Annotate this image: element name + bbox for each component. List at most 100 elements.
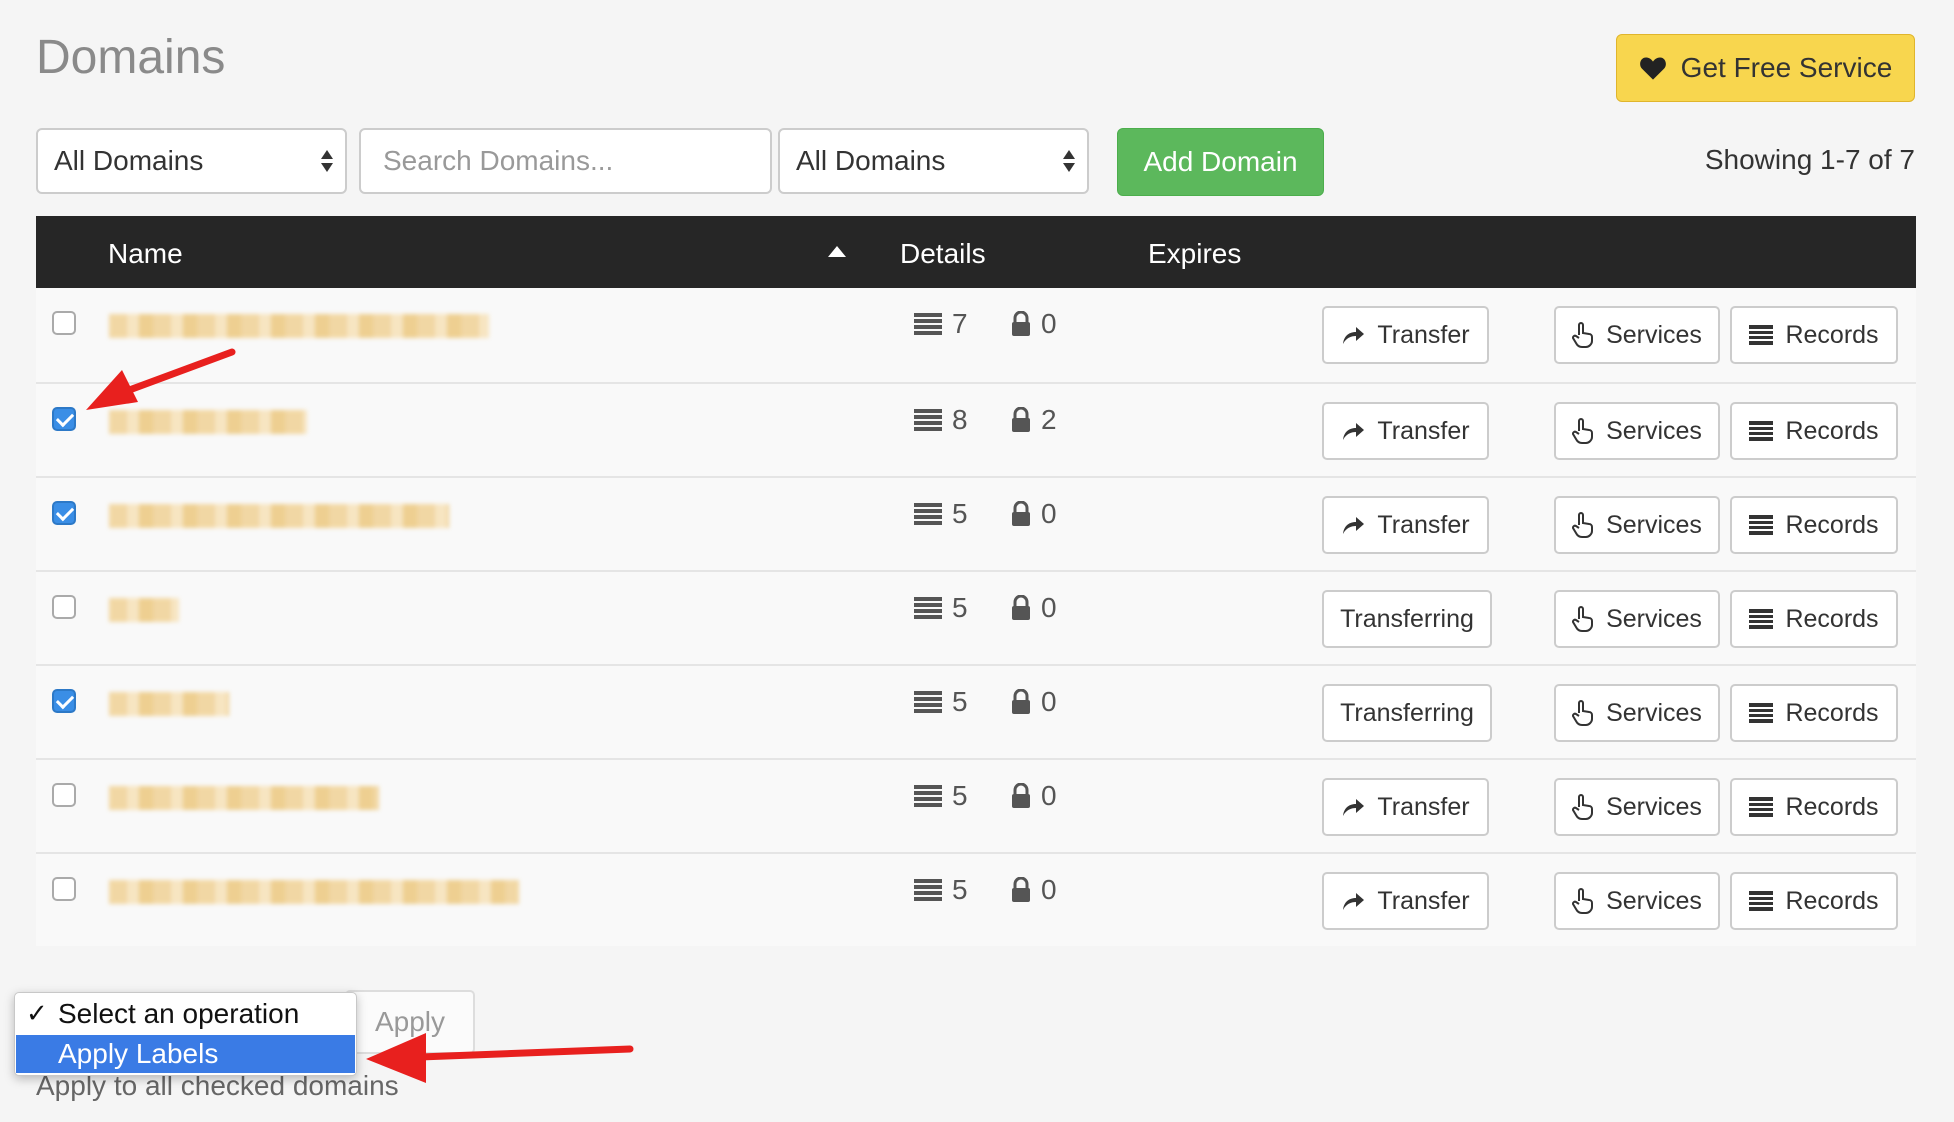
record-count-value: 5: [952, 498, 968, 529]
records-icon: [914, 597, 942, 619]
get-free-service-button[interactable]: Get Free Service: [1616, 34, 1915, 102]
record-count-value: 5: [952, 780, 968, 811]
record-count: 5: [914, 592, 968, 624]
domain-name-redacted[interactable]: [109, 410, 307, 434]
pagination-status: Showing 1-7 of 7: [1704, 144, 1915, 175]
records-icon: [914, 691, 942, 713]
row-checkbox[interactable]: [52, 877, 76, 901]
services-button[interactable]: Services: [1554, 496, 1720, 554]
services-button[interactable]: Services: [1554, 872, 1720, 930]
services-button[interactable]: Services: [1554, 402, 1720, 460]
record-count-value: 5: [952, 874, 968, 905]
table-row: 5 0 Transfer Services Records: [36, 758, 1916, 852]
records-button[interactable]: Records: [1730, 872, 1898, 930]
records-list-icon: [1749, 515, 1774, 535]
record-count: 5: [914, 498, 968, 530]
row-checkbox[interactable]: [52, 501, 76, 525]
transfer-button[interactable]: Transfer: [1322, 402, 1489, 460]
heart-icon: [1639, 57, 1666, 80]
row-checkbox[interactable]: [52, 407, 76, 431]
services-button[interactable]: Services: [1554, 684, 1720, 742]
domain-name-redacted[interactable]: [109, 314, 489, 338]
services-label: Services: [1606, 604, 1702, 633]
transfer-button[interactable]: Transfer: [1322, 306, 1489, 364]
transfer-label: Transfer: [1377, 510, 1470, 539]
records-button[interactable]: Records: [1730, 778, 1898, 836]
records-icon: [914, 503, 942, 525]
domain-name-redacted[interactable]: [109, 598, 179, 622]
sort-ascending-icon[interactable]: [828, 246, 846, 257]
records-label: Records: [1785, 416, 1879, 445]
lock-icon: [1012, 689, 1030, 714]
transfer-button[interactable]: Transfer: [1322, 872, 1489, 930]
dropdown-option-apply-labels[interactable]: Apply Labels: [16, 1035, 355, 1073]
records-button[interactable]: Records: [1730, 306, 1898, 364]
record-count: 7: [914, 308, 968, 340]
records-label: Records: [1785, 886, 1879, 915]
share-arrow-icon: [1343, 799, 1365, 816]
column-header-name[interactable]: Name: [108, 238, 183, 270]
transfer-label: Transfer: [1377, 886, 1470, 915]
services-button[interactable]: Services: [1554, 306, 1720, 364]
get-free-service-label: Get Free Service: [1680, 52, 1893, 83]
records-list-icon: [1749, 609, 1774, 629]
check-mark-icon: ✓: [26, 998, 48, 1028]
row-checkbox[interactable]: [52, 595, 76, 619]
table-row: 5 0 Transfer Services Records: [36, 476, 1916, 570]
lock-count: 0: [1011, 780, 1057, 812]
lock-count: 0: [1011, 874, 1057, 906]
domain-name-redacted[interactable]: [109, 504, 449, 528]
records-button[interactable]: Records: [1730, 496, 1898, 554]
share-arrow-icon: [1343, 423, 1365, 440]
dropdown-option-select-operation[interactable]: ✓ Select an operation: [16, 995, 355, 1033]
records-button[interactable]: Records: [1730, 590, 1898, 648]
domain-filter-select[interactable]: All Domains: [36, 128, 347, 194]
records-button[interactable]: Records: [1730, 684, 1898, 742]
domain-name-redacted[interactable]: [109, 786, 379, 810]
bulk-apply-button[interactable]: Apply: [345, 990, 475, 1054]
table-row: 5 0 Transferring Services Records: [36, 570, 1916, 664]
lock-icon: [1012, 311, 1030, 336]
add-domain-button[interactable]: Add Domain: [1117, 128, 1324, 196]
services-label: Services: [1606, 698, 1702, 727]
record-count-value: 5: [952, 686, 968, 717]
transfer-label: Transfer: [1377, 792, 1470, 821]
column-header-expires[interactable]: Expires: [1148, 238, 1241, 270]
bulk-operation-dropdown[interactable]: ✓ Select an operation Apply Labels: [14, 992, 357, 1076]
row-checkbox[interactable]: [52, 783, 76, 807]
lock-icon: [1012, 407, 1030, 432]
table-header: Name Details Expires: [36, 216, 1916, 288]
services-label: Services: [1606, 510, 1702, 539]
lock-count-value: 0: [1041, 780, 1057, 811]
transfer-label: Transferring: [1340, 604, 1474, 633]
records-label: Records: [1785, 510, 1879, 539]
domain-filter-select-2[interactable]: All Domains: [778, 128, 1089, 194]
lock-count-value: 2: [1041, 404, 1057, 435]
domain-name-redacted[interactable]: [109, 880, 519, 904]
lock-icon: [1012, 877, 1030, 902]
page-title: Domains: [36, 31, 226, 84]
record-count-value: 7: [952, 308, 968, 339]
records-list-icon: [1749, 325, 1774, 345]
table-row: 8 2 Transfer Services Records: [36, 382, 1916, 476]
transferring-button[interactable]: Transferring: [1322, 684, 1492, 742]
services-button[interactable]: Services: [1554, 590, 1720, 648]
domain-name-redacted[interactable]: [109, 692, 229, 716]
records-icon: [914, 785, 942, 807]
transfer-label: Transfer: [1377, 320, 1470, 349]
pointer-hand-icon: [1572, 418, 1594, 444]
records-icon: [914, 313, 942, 335]
transferring-button[interactable]: Transferring: [1322, 590, 1492, 648]
row-checkbox[interactable]: [52, 689, 76, 713]
services-button[interactable]: Services: [1554, 778, 1720, 836]
records-button[interactable]: Records: [1730, 402, 1898, 460]
search-input[interactable]: [359, 128, 772, 194]
records-label: Records: [1785, 698, 1879, 727]
transfer-button[interactable]: Transfer: [1322, 496, 1489, 554]
row-checkbox[interactable]: [52, 311, 76, 335]
record-count: 5: [914, 874, 968, 906]
records-list-icon: [1749, 797, 1774, 817]
lock-count: 2: [1011, 404, 1057, 436]
transfer-button[interactable]: Transfer: [1322, 778, 1489, 836]
domain-table-body: 7 0 Transfer Services Records 8 2 Transf…: [36, 288, 1916, 946]
